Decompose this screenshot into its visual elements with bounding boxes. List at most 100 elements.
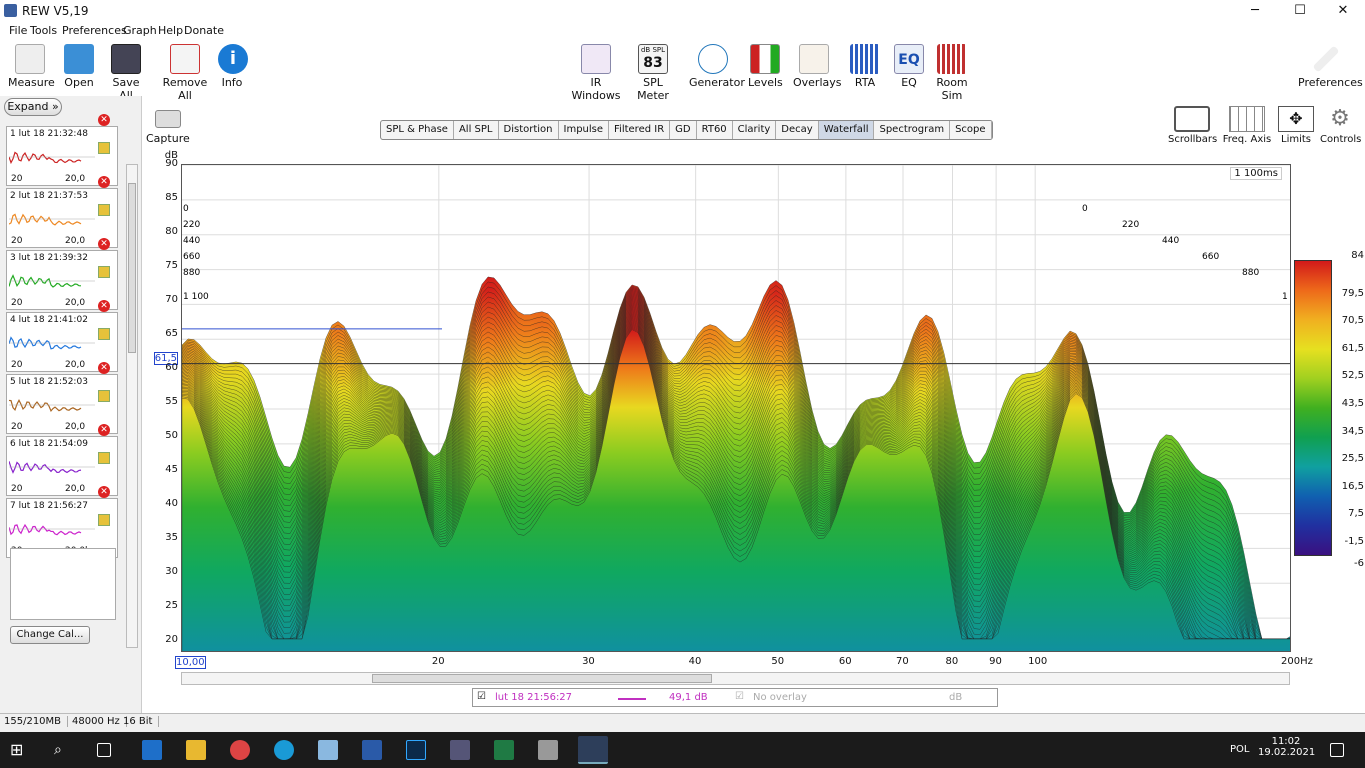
measurement-scrollbar[interactable] [126,164,138,648]
photoshop-icon[interactable] [406,740,426,760]
change-cal-button[interactable]: Change Cal... [10,626,90,644]
menu-graph[interactable]: Graph [123,24,157,37]
excel-icon[interactable] [494,740,514,760]
notification-icon[interactable] [1330,743,1344,757]
room-sim-button[interactable]: Room Sim [930,44,974,102]
remove-measurement-icon[interactable]: ✕ [98,176,110,188]
overlay-checkbox[interactable]: ☑ [735,691,744,702]
remove-measurement-icon[interactable]: ✕ [98,114,110,126]
menu-donate[interactable]: Donate [184,24,224,37]
remove-measurement-icon[interactable]: ✕ [98,238,110,250]
rew-task-icon[interactable] [578,736,608,764]
remove-all-button[interactable]: Remove All [158,44,212,102]
save-all-button[interactable]: Save All [106,44,146,102]
limits-button[interactable]: ✥ Limits [1278,106,1314,145]
eq-icon: EQ [894,44,924,74]
scrollbar-thumb[interactable] [128,183,136,353]
measurement-thumbnail [9,523,95,536]
maximize-button[interactable]: ☐ [1278,0,1322,22]
generator-button[interactable]: Generator [689,44,745,89]
remove-measurement-icon[interactable]: ✕ [98,486,110,498]
chrome-icon[interactable] [230,740,250,760]
color-scale [1294,260,1332,556]
task-view-icon[interactable] [97,743,111,757]
edit-measurement-icon[interactable] [98,452,110,464]
room-sim-icon [937,44,967,74]
expand-button[interactable]: Expand » [4,98,62,116]
graph-tabs: SPL & Phase All SPL Distortion Impulse Filte… [380,120,993,140]
edit-measurement-icon[interactable] [98,328,110,340]
preferences-button[interactable]: Preferences [1298,44,1363,89]
windows-taskbar: ⊞ ⌕ POL 11:02 19.02.2021 [0,732,1365,768]
edit-measurement-icon[interactable] [98,266,110,278]
thumb-x-end: 20,0 [65,422,86,432]
tab-filtered-ir[interactable]: Filtered IR [609,121,671,139]
color-scale-label: 52,5 [1341,370,1364,382]
word-icon[interactable] [362,740,382,760]
language-indicator[interactable]: POL [1230,744,1249,755]
file-explorer-icon[interactable] [186,740,206,760]
tab-spectrogram[interactable]: Spectrogram [874,121,951,139]
menu-tools[interactable]: Tools [30,24,57,37]
save-app-icon[interactable] [450,740,470,760]
remove-measurement-icon[interactable]: ✕ [98,424,110,436]
freq-axis-button[interactable]: Freq. Axis [1222,106,1272,145]
ir-windows-button[interactable]: IR Windows [568,44,624,102]
menu-preferences[interactable]: Preferences [62,24,127,37]
tab-impulse[interactable]: Impulse [559,121,610,139]
app-icon-crystal[interactable] [318,740,338,760]
waterfall-plot[interactable]: 0 220 440 660 880 1 100 0 220 440 660 880 1 100 1 1… [181,164,1291,652]
windows-start-icon[interactable]: ⊞ [10,740,30,760]
rta-button[interactable]: RTA [850,44,880,89]
graph-controls: Scrollbars Freq. Axis ✥ Limits ⚙ Controls [1166,106,1365,150]
info-button[interactable]: i Info [218,44,248,89]
outlook-icon[interactable] [142,740,162,760]
remove-measurement-icon[interactable]: ✕ [98,300,110,312]
levels-button[interactable]: Levels [748,44,783,89]
edit-measurement-icon[interactable] [98,390,110,402]
horizontal-scrollbar[interactable] [181,672,1290,685]
controls-button[interactable]: ⚙ Controls [1320,106,1361,145]
spl-meter-button[interactable]: dB SPL 83 SPL Meter [630,44,676,102]
edit-measurement-icon[interactable] [98,204,110,216]
menu-help[interactable]: Help [158,24,183,37]
tab-spl-phase[interactable]: SPL & Phase [381,121,454,139]
edit-measurement-icon[interactable] [98,142,110,154]
color-scale-label: 84 [1351,250,1364,261]
tab-decay[interactable]: Decay [776,121,819,139]
notes-area[interactable] [10,548,116,620]
tab-distortion[interactable]: Distortion [499,121,559,139]
tab-all-spl[interactable]: All SPL [454,121,499,139]
thumb-x-start: 20 [11,236,23,246]
calculator-icon[interactable] [538,740,558,760]
edit-measurement-icon[interactable] [98,514,110,526]
x-tick-label: 60 [838,656,852,667]
skype-icon[interactable] [274,740,294,760]
search-icon[interactable]: ⌕ [54,740,74,760]
overlays-icon [799,44,829,74]
eq-button[interactable]: EQ EQ [894,44,924,89]
tab-scope[interactable]: Scope [950,121,992,139]
overlays-button[interactable]: Overlays [793,44,842,89]
tab-gd[interactable]: GD [670,121,697,139]
close-button[interactable]: ✕ [1321,0,1365,22]
minimize-button[interactable]: ─ [1233,0,1277,22]
capture-button[interactable]: Capture [146,110,190,145]
z-axis-label: 880 [183,268,200,278]
remove-measurement-icon[interactable]: ✕ [98,362,110,374]
tab-rt60[interactable]: RT60 [697,121,733,139]
thumb-x-start: 20 [11,360,23,370]
tab-clarity[interactable]: Clarity [733,121,777,139]
clock[interactable]: 11:02 19.02.2021 [1258,736,1315,758]
horizontal-scrollbar-thumb[interactable] [372,674,712,683]
measure-button[interactable]: Measure [8,44,55,89]
tab-waterfall[interactable]: Waterfall [818,121,875,139]
z-axis-label: 220 [183,220,200,230]
legend-checkbox[interactable]: ☑ [477,691,486,702]
scrollbars-button[interactable]: Scrollbars [1168,106,1217,145]
menu-file[interactable]: File [9,24,27,37]
overlay-unit: dB [949,692,963,703]
y-axis: dB 90 85 80 75 70 65 61,5 60 55 50 45 40 35 30 25 20 [153,150,180,660]
open-button[interactable]: Open [62,44,96,89]
y-tick-label: 65 [165,328,178,339]
